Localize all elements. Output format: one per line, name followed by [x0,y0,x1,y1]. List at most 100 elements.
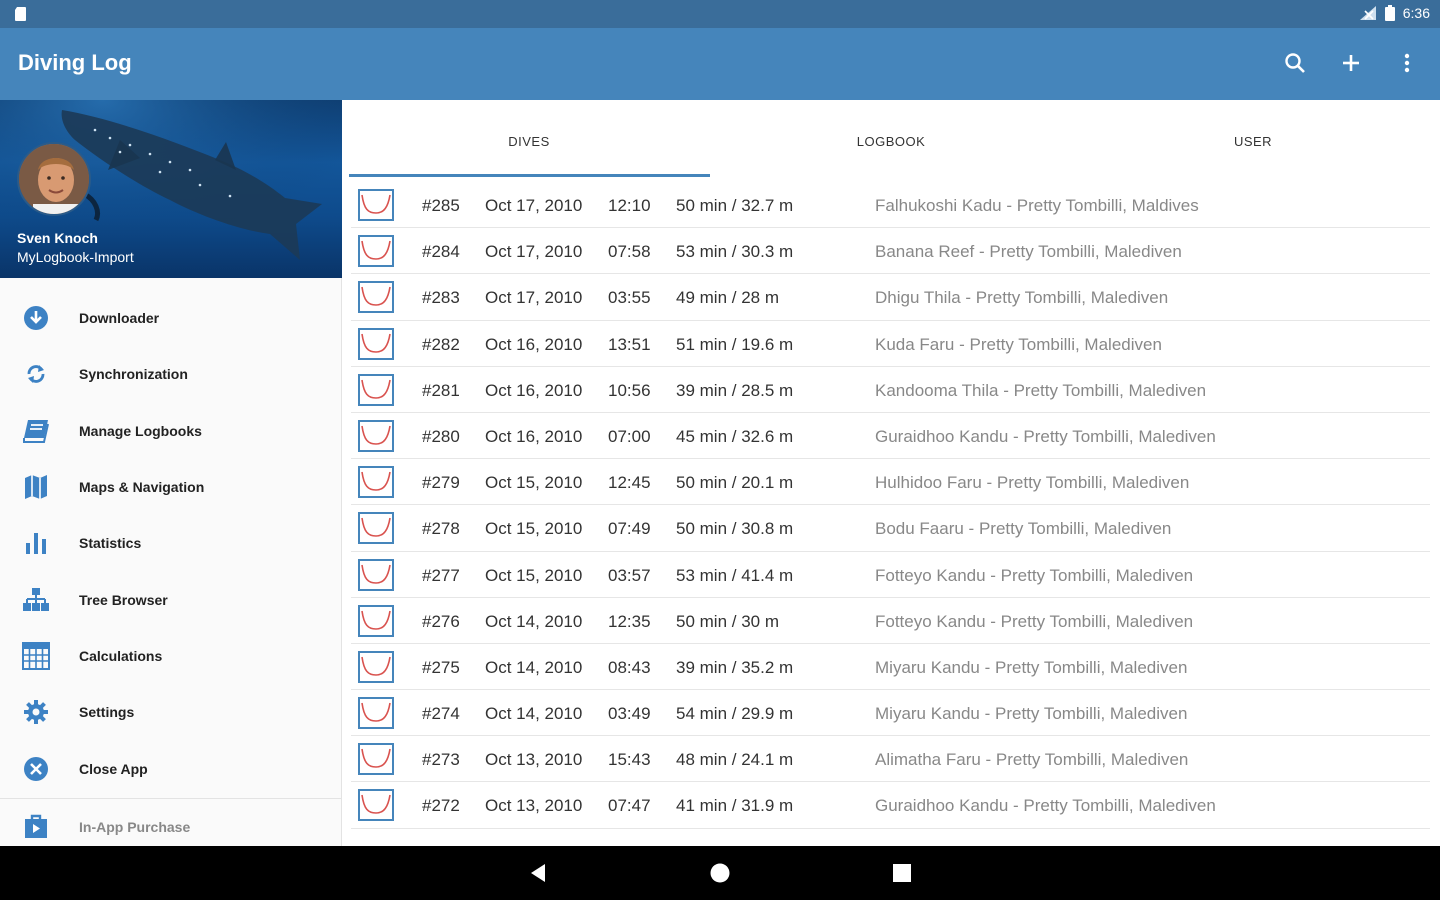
menu-item-label: Synchronization [79,366,188,383]
dive-profile-graph-icon [361,702,391,722]
menu-item-close-app[interactable]: Close App [0,740,342,796]
map-icon [25,475,47,500]
search-icon [1285,53,1305,73]
dive-location: Dhigu Thila - Pretty Tombilli, Malediven [875,288,1169,308]
dive-time: 08:43 [608,657,651,677]
dive-row[interactable]: #276 Oct 14, 2010 12:35 50 min / 30 m Fottey… [351,598,1430,644]
dive-row[interactable]: #275 Oct 14, 2010 08:43 39 min / 35.2 m Miya… [351,644,1430,691]
menu-item-tree-browser[interactable]: Tree Browser [0,571,342,627]
avatar[interactable] [17,142,91,216]
dive-time: 07:58 [608,242,651,262]
dive-date: Oct 15, 2010 [485,565,583,585]
dive-date: Oct 17, 2010 [485,242,583,262]
home-icon[interactable] [709,862,731,884]
dive-profile-thumbnail [358,235,394,268]
dive-number: #273 [422,750,460,770]
dive-row[interactable]: #284 Oct 17, 2010 07:58 53 min / 30.3 m Bana… [351,228,1430,275]
app-title: Diving Log [18,50,132,75]
dive-profile-graph-icon [361,194,391,214]
dive-row[interactable]: #283 Oct 17, 2010 03:55 49 min / 28 m Dhigu … [351,274,1430,321]
status-time: 6:36 [1402,5,1430,21]
dive-duration-depth: 39 min / 28.5 m [676,380,794,400]
dive-duration-depth: 53 min / 30.3 m [676,242,794,262]
dive-profile-thumbnail [358,558,394,591]
dive-profile-thumbnail [358,466,394,499]
dive-profile-thumbnail [358,697,394,730]
tab-dives[interactable]: DIVES [349,134,709,149]
dive-number: #284 [422,242,460,262]
dive-profile-graph-icon [361,795,391,815]
shopping-bag-icon [25,814,47,838]
dive-time: 12:35 [608,611,651,631]
menu-item-settings[interactable]: Settings [0,684,342,740]
dive-number: #283 [422,288,460,308]
battery-icon [1384,5,1395,21]
dive-row[interactable]: #282 Oct 16, 2010 13:51 51 min / 19.6 m Kuda… [351,321,1430,367]
dive-duration-depth: 50 min / 20.1 m [676,473,794,493]
add-icon [1343,55,1359,71]
gear-icon [24,700,48,725]
dive-number: #282 [422,334,460,354]
back-icon[interactable] [527,862,549,884]
dive-date: Oct 15, 2010 [485,473,583,493]
drawer-header: Sven Knoch MyLogbook-Import [0,100,342,278]
dive-duration-depth: 53 min / 41.4 m [676,565,794,585]
dive-duration-depth: 50 min / 32.7 m [676,196,794,215]
dive-date: Oct 15, 2010 [485,519,583,539]
dive-date: Oct 14, 2010 [485,611,583,631]
account-name[interactable]: MyLogbook-Import [17,249,134,265]
user-name: Sven Knoch [17,230,98,246]
dive-profile-thumbnail [358,373,394,406]
dive-number: #280 [422,426,460,446]
menu-item-label: Settings [79,704,135,721]
menu-item-statistics[interactable]: Statistics [0,515,342,571]
dive-row[interactable]: #273 Oct 13, 2010 15:43 48 min / 24.1 m Alim… [351,736,1430,783]
dive-duration-depth: 45 min / 32.6 m [676,426,794,446]
dive-duration-depth: 50 min / 30.8 m [676,519,794,539]
dive-profile-graph-icon [361,379,391,399]
recents-icon[interactable] [891,862,913,884]
dive-date: Oct 13, 2010 [485,750,583,770]
dive-row[interactable]: #277 Oct 15, 2010 03:57 53 min / 41.4 m Fott… [351,552,1430,598]
menu-item-synchronization[interactable]: Synchronization [0,346,342,402]
dive-row[interactable]: #280 Oct 16, 2010 07:00 45 min / 32.6 m Gura… [351,413,1430,460]
more-options-button[interactable] [1390,46,1424,80]
dive-profile-graph-icon [361,564,391,584]
dive-row[interactable]: #279 Oct 15, 2010 12:45 50 min / 20.1 m Hulh… [351,459,1430,506]
menu-item-in-app-purchase[interactable]: In-App Purchase [0,806,342,846]
dive-profile-thumbnail [358,512,394,545]
dive-number: #285 [422,196,460,215]
dive-row[interactable]: #281 Oct 16, 2010 10:56 39 min / 28.5 m Kand… [351,367,1430,413]
menu-item-calculations[interactable]: Calculations [0,628,342,684]
menu-item-label: Calculations [79,647,163,664]
dive-profile-thumbnail [358,189,394,221]
drawer-menu: Downloader Synchronization Manage Logboo… [0,290,342,797]
menu-item-manage-logbooks[interactable]: Manage Logbooks [0,403,342,459]
dive-location: Miyaru Kandu - Pretty Tombilli, Maledive… [875,657,1188,677]
tab-logbook[interactable]: LOGBOOK [711,134,1071,149]
no-signal-icon [1359,6,1376,20]
dive-profile-graph-icon [361,656,391,676]
dive-number: #281 [422,380,460,400]
dive-time: 07:00 [608,426,651,446]
dive-date: Oct 14, 2010 [485,657,583,677]
dive-row[interactable]: #272 Oct 13, 2010 07:47 41 min / 31.9 m Gura… [351,782,1430,829]
dive-date: Oct 17, 2010 [485,288,583,308]
dive-number: #274 [422,704,460,724]
dive-duration-depth: 51 min / 19.6 m [676,334,794,354]
search-button[interactable] [1278,46,1312,80]
dive-number: #272 [422,796,460,816]
menu-item-downloader[interactable]: Downloader [0,290,342,346]
add-button[interactable] [1334,46,1368,80]
dive-row[interactable]: #278 Oct 15, 2010 07:49 50 min / 30.8 m Bodu… [351,505,1430,552]
menu-item-label: In-App Purchase [79,819,191,835]
tab-user[interactable]: USER [1073,134,1433,149]
navigation-drawer: Sven Knoch MyLogbook-Import Downloader S… [0,100,342,846]
dive-location: Guraidhoo Kandu - Pretty Tombilli, Maled… [875,426,1216,446]
dive-number: #279 [422,473,460,493]
dive-row[interactable]: #274 Oct 14, 2010 03:49 54 min / 29.9 m Miya… [351,690,1430,737]
dive-time: 03:49 [608,704,651,724]
menu-item-maps-navigation[interactable]: Maps & Navigation [0,459,342,515]
dive-row[interactable]: #285 Oct 17, 2010 12:10 50 min / 32.7 m Falh… [351,182,1430,229]
dive-profile-thumbnail [358,789,394,822]
